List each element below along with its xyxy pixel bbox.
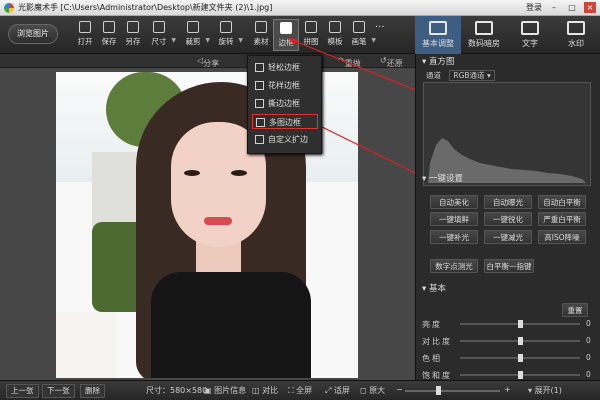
slider-knob[interactable]	[518, 371, 523, 379]
image-info-button[interactable]: ▣ 图片信息	[204, 385, 246, 396]
menu-item-label: 自定义扩边	[268, 135, 308, 144]
pattern-frame-icon	[255, 81, 264, 90]
torn-frame-icon	[255, 99, 264, 108]
sharpen-button[interactable]: 一键锐化	[484, 212, 532, 226]
auto-exposure-button[interactable]: 自动曝光	[484, 195, 532, 209]
fill-light-button[interactable]: 一键补光	[430, 230, 478, 244]
slider-value: 0	[586, 353, 591, 362]
menu-item-pattern-frame[interactable]: 花样边框	[252, 78, 318, 93]
histogram-header[interactable]: ▾ 直方图	[416, 55, 600, 69]
vivid-button[interactable]: 一键填鲜	[430, 212, 478, 226]
image-size-text: 尺寸：580×580	[146, 386, 208, 395]
fullscreen-button[interactable]: ⛶ 全屏	[288, 385, 312, 396]
image-info-label: 图片信息	[214, 386, 247, 395]
zoom-out-icon[interactable]: −	[396, 385, 403, 394]
right-panel: ▾ 直方图 通道 RGB通道 ▾ ▾ 一键设置 自动美化 自动曝光 自动白平衡 …	[415, 54, 600, 380]
slider-label: 对比度	[422, 337, 452, 346]
slider-value: 0	[586, 370, 591, 379]
zoom-in-icon[interactable]: +	[504, 385, 511, 394]
auto-white-balance-button[interactable]: 自动白平衡	[538, 195, 586, 209]
one-click-header[interactable]: ▾ 一键设置	[416, 172, 600, 186]
delete-button[interactable]: 删除	[80, 384, 105, 398]
histogram-title: 直方图	[428, 57, 455, 67]
slider-value: 0	[586, 336, 591, 345]
one-click-title: 一键设置	[428, 174, 463, 184]
slider-label: 亮度	[422, 320, 442, 329]
compare-button[interactable]: ◫ 对比	[252, 385, 278, 396]
histogram-chart	[423, 82, 591, 186]
slider-knob[interactable]	[518, 337, 523, 345]
slider-value: 0	[586, 319, 591, 328]
status-bar: 上一张 下一张 删除 尺寸：580×580 ▣ 图片信息 ◫ 对比 ⛶ 全屏 ⤢…	[0, 380, 600, 400]
high-iso-denoise-button[interactable]: 高ISO降噪	[538, 230, 586, 244]
reduce-light-button[interactable]: 一键减光	[484, 230, 532, 244]
fit-screen-button[interactable]: ⤢ 适屏	[325, 385, 350, 396]
menu-item-torn-frame[interactable]: 撕边边框	[252, 96, 318, 111]
expand-frame-icon	[255, 135, 264, 144]
fit-screen-label: 适屏	[333, 386, 350, 395]
original-size-button[interactable]: ◻ 原大	[360, 385, 385, 396]
basic-header[interactable]: ▾ 基本	[416, 282, 600, 296]
menu-item-easy-frame[interactable]: 轻松边框	[252, 60, 318, 75]
basic-title: 基本	[428, 284, 446, 294]
menu-item-label: 花样边框	[268, 81, 300, 90]
menu-item-label: 多图边框	[269, 118, 301, 127]
spot-metering-button[interactable]: 数字点测光	[430, 259, 478, 273]
brightness-slider[interactable]: 亮度 0	[422, 318, 594, 330]
compare-label: 对比	[262, 386, 279, 395]
hue-slider[interactable]: 色相 0	[422, 352, 594, 364]
menu-item-multi-image-frame[interactable]: 多图边框	[252, 114, 318, 129]
zoom-slider-track[interactable]	[405, 390, 500, 392]
expand-label: 展开(1)	[534, 386, 562, 395]
prev-image-button[interactable]: 上一张	[6, 384, 39, 398]
frame-dropdown-menu: 轻松边框 花样边框 撕边边框 多图边框 自定义扩边	[247, 55, 322, 154]
reset-button[interactable]: 重置	[562, 303, 588, 317]
channel-label: 通道	[426, 71, 441, 80]
expand-filmstrip-button[interactable]: ▾ 展开(1)	[528, 385, 562, 396]
strong-white-balance-button[interactable]: 严重白平衡	[538, 212, 586, 226]
auto-beautify-button[interactable]: 自动美化	[430, 195, 478, 209]
slider-knob[interactable]	[518, 320, 523, 328]
slider-label: 色相	[422, 354, 442, 363]
menu-item-custom-expand[interactable]: 自定义扩边	[252, 132, 318, 147]
channel-selector: 通道 RGB通道 ▾	[426, 70, 495, 81]
app-window: 光影魔术手 [C:\Users\Administrator\Desktop\新建…	[0, 0, 600, 400]
menu-item-label: 撕边边框	[268, 99, 300, 108]
histogram-graph	[428, 138, 586, 183]
original-size-label: 原大	[369, 386, 386, 395]
zoom-slider-knob[interactable]	[436, 386, 442, 395]
next-image-button[interactable]: 下一张	[42, 384, 75, 398]
white-balance-pick-button[interactable]: 白平衡一指键	[484, 259, 534, 273]
channel-value: RGB通道	[453, 71, 485, 80]
menu-item-label: 轻松边框	[268, 63, 300, 72]
multi-frame-icon	[256, 118, 265, 127]
fullscreen-label: 全屏	[296, 386, 313, 395]
channel-select[interactable]: RGB通道 ▾	[449, 70, 495, 81]
frame-icon	[255, 63, 264, 72]
slider-knob[interactable]	[518, 354, 523, 362]
contrast-slider[interactable]: 对比度 0	[422, 335, 594, 347]
